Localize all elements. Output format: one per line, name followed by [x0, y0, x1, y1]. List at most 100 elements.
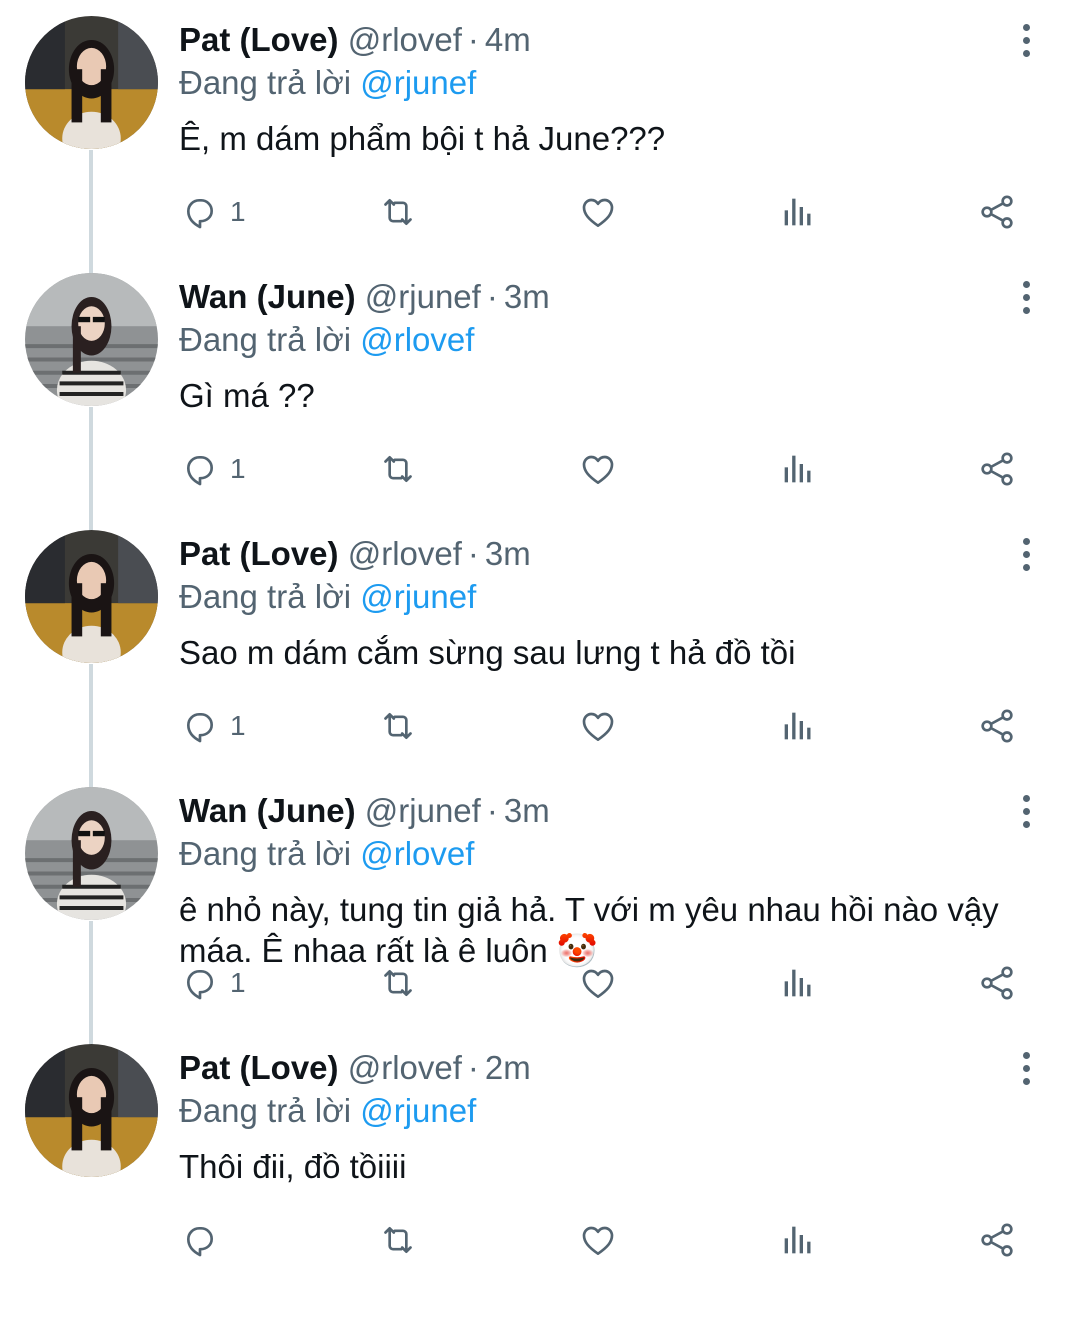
retweet-icon — [384, 1227, 412, 1253]
replying-to: Đang trả lời @rlovef — [179, 320, 474, 360]
like-button[interactable] — [578, 961, 618, 1005]
reply-button[interactable]: 1 — [180, 961, 246, 1005]
profile-photo — [25, 273, 158, 406]
mention-link[interactable]: @rlovef — [360, 321, 474, 358]
reply-count: 1 — [230, 196, 246, 227]
like-button[interactable] — [578, 704, 618, 748]
timestamp[interactable]: 3m — [485, 535, 531, 572]
views-button[interactable] — [778, 1218, 818, 1262]
retweet-button[interactable] — [378, 190, 418, 234]
separator-dot: · — [467, 1049, 479, 1086]
more-vertical-icon[interactable] — [1012, 534, 1040, 574]
more-vertical-icon[interactable] — [1012, 20, 1040, 60]
mention-link[interactable]: @rjunef — [360, 1092, 476, 1129]
reply-button[interactable]: 1 — [180, 704, 246, 748]
views-icon — [784, 969, 811, 997]
action-bar: 1 — [0, 941, 1080, 1025]
action-bar: 1 — [0, 684, 1080, 768]
share-icon — [981, 195, 1013, 229]
reply-count: 1 — [230, 967, 246, 998]
views-button[interactable] — [778, 704, 818, 748]
avatar[interactable] — [25, 1044, 158, 1177]
display-name[interactable]: Pat (Love) — [179, 21, 339, 58]
timestamp[interactable]: 4m — [485, 21, 531, 58]
timestamp[interactable]: 3m — [504, 792, 550, 829]
share-button[interactable] — [977, 447, 1017, 491]
user-handle[interactable]: @rlovef — [348, 1049, 462, 1086]
views-button[interactable] — [778, 190, 818, 234]
display-name[interactable]: Pat (Love) — [179, 535, 339, 572]
share-icon — [981, 452, 1013, 486]
reply-button[interactable] — [180, 1218, 230, 1262]
share-button[interactable] — [977, 190, 1017, 234]
retweet-button[interactable] — [378, 447, 418, 491]
retweet-button[interactable] — [378, 1218, 418, 1262]
reply-count: 1 — [230, 453, 246, 484]
user-handle[interactable]: @rlovef — [348, 21, 462, 58]
action-bar: 1 — [0, 170, 1080, 254]
like-button[interactable] — [578, 1218, 618, 1262]
reply-icon — [187, 970, 213, 1000]
user-handle[interactable]: @rjunef — [365, 792, 481, 829]
tweet[interactable]: Wan (June) @rjunef · 3m Đang trả lời @rlov… — [0, 257, 1080, 514]
tweet-text: Sao m dám cắm sừng sau lưng t hả đồ tồi — [179, 634, 796, 671]
heart-icon — [582, 712, 614, 741]
tweet[interactable]: Pat (Love) @rlovef · 4m Đang trả lời @rjun… — [0, 0, 1080, 257]
separator-dot: · — [486, 278, 498, 315]
reply-icon — [187, 199, 213, 229]
tweet[interactable]: Pat (Love) @rlovef · 3m Đang trả lời @rjun… — [0, 514, 1080, 771]
reply-thread: Pat (Love) @rlovef · 4m Đang trả lời @rjun… — [0, 0, 1080, 1317]
heart-icon — [582, 455, 614, 484]
avatar[interactable] — [25, 16, 158, 149]
reply-icon — [187, 713, 213, 743]
views-icon — [784, 198, 811, 226]
retweet-button[interactable] — [378, 961, 418, 1005]
retweet-icon — [384, 456, 412, 482]
more-vertical-icon[interactable] — [1012, 1048, 1040, 1088]
heart-icon — [582, 1226, 614, 1255]
reply-button[interactable]: 1 — [180, 447, 246, 491]
display-name[interactable]: Wan (June) — [179, 278, 356, 315]
mention-link[interactable]: @rjunef — [360, 578, 476, 615]
tweet[interactable]: Pat (Love) @rlovef · 2m Đang trả lời @rjun… — [0, 1028, 1080, 1285]
share-icon — [981, 709, 1013, 743]
user-handle[interactable]: @rlovef — [348, 535, 462, 572]
timestamp[interactable]: 3m — [504, 278, 550, 315]
share-button[interactable] — [977, 704, 1017, 748]
reply-button[interactable]: 1 — [180, 190, 246, 234]
views-button[interactable] — [778, 961, 818, 1005]
reply-count: 1 — [230, 710, 246, 741]
action-bar — [0, 1198, 1080, 1282]
share-icon — [981, 1223, 1013, 1257]
replying-to-label: Đang trả lời — [179, 578, 352, 615]
tweet-header: Pat (Love) @rlovef · 2m — [179, 1048, 531, 1088]
retweet-button[interactable] — [378, 704, 418, 748]
like-button[interactable] — [578, 447, 618, 491]
avatar[interactable] — [25, 787, 158, 920]
user-handle[interactable]: @rjunef — [365, 278, 481, 315]
mention-link[interactable]: @rlovef — [360, 835, 474, 872]
avatar[interactable] — [25, 273, 158, 406]
more-vertical-icon[interactable] — [1012, 791, 1040, 831]
replying-to-label: Đang trả lời — [179, 835, 352, 872]
share-button[interactable] — [977, 1218, 1017, 1262]
mention-link[interactable]: @rjunef — [360, 64, 476, 101]
avatar[interactable] — [25, 530, 158, 663]
timestamp[interactable]: 2m — [485, 1049, 531, 1086]
tweet-header: Pat (Love) @rlovef · 3m — [179, 534, 531, 574]
tweet-text: Ê, m dám phẩm bội t hả June??? — [179, 120, 666, 157]
share-button[interactable] — [977, 961, 1017, 1005]
profile-photo — [25, 787, 158, 920]
profile-photo — [25, 530, 158, 663]
display-name[interactable]: Pat (Love) — [179, 1049, 339, 1086]
replying-to: Đang trả lời @rjunef — [179, 63, 476, 103]
more-vertical-icon[interactable] — [1012, 277, 1040, 317]
tweet[interactable]: Wan (June) @rjunef · 3m Đang trả lời @rlov… — [0, 771, 1080, 1028]
display-name[interactable]: Wan (June) — [179, 792, 356, 829]
heart-icon — [582, 969, 614, 998]
separator-dot: · — [486, 792, 498, 829]
like-button[interactable] — [578, 190, 618, 234]
tweet-text: Thôi đii, đồ tồiiii — [179, 1148, 407, 1185]
views-button[interactable] — [778, 447, 818, 491]
profile-photo — [25, 16, 158, 149]
